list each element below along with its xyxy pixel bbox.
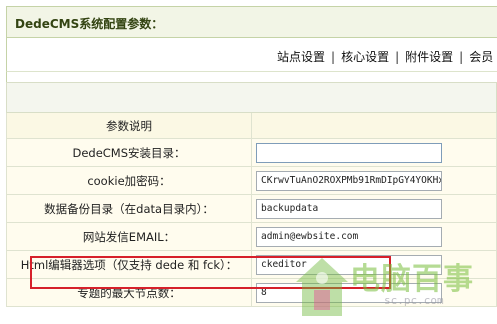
table-row: DedeCMS安装目录：: [6, 138, 497, 167]
row-label-max-nodes: 专题的最大节点数：: [6, 278, 252, 307]
table-toolbar-row: [6, 82, 497, 113]
table-row: Html编辑器选项（仅支持 dede 和 fck）： ckeditor: [6, 250, 497, 279]
table-row: 网站发信EMAIL： admin@ewbsite.com: [6, 222, 497, 251]
row-label-install-dir: DedeCMS安装目录：: [6, 138, 252, 167]
backup-dir-input[interactable]: backupdata: [256, 198, 442, 219]
row-label-backup-dir: 数据备份目录（在data目录内）：: [6, 194, 252, 223]
config-table: 参数说明 DedeCMS安装目录： cookie加密码： CKrwvTuAnO2…: [6, 82, 497, 307]
email-input[interactable]: admin@ewbsite.com: [256, 226, 442, 247]
settings-nav: 站点设置 | 核心设置 | 附件设置 | 会员: [6, 38, 497, 72]
page-title: DedeCMS系统配置参数：: [15, 17, 164, 31]
tab-member-settings[interactable]: 会员: [469, 50, 493, 64]
nav-separator: |: [331, 50, 336, 64]
toolbar-cell: [6, 82, 497, 113]
row-label-email: 网站发信EMAIL：: [6, 222, 252, 251]
html-editor-input[interactable]: ckeditor: [256, 254, 442, 275]
column-header-value: [251, 112, 497, 139]
settings-tabs: 站点设置 | 核心设置 | 附件设置 | 会员: [277, 48, 493, 65]
max-nodes-input[interactable]: 8: [256, 282, 442, 303]
table-row: 数据备份目录（在data目录内）： backupdata: [6, 194, 497, 223]
table-row: 专题的最大节点数： 8: [6, 278, 497, 307]
tab-site-settings[interactable]: 站点设置: [277, 50, 325, 64]
column-header-description: 参数说明: [6, 112, 252, 139]
tab-core-settings[interactable]: 核心设置: [341, 50, 389, 64]
nav-separator: |: [395, 50, 400, 64]
row-label-cookie-key: cookie加密码：: [6, 166, 252, 195]
page-header: DedeCMS系统配置参数：: [6, 6, 497, 38]
row-label-html-editor: Html编辑器选项（仅支持 dede 和 fck）：: [6, 250, 252, 279]
install-dir-input[interactable]: [256, 142, 442, 163]
nav-separator: |: [459, 50, 464, 64]
table-row: cookie加密码： CKrwvTuAnO2ROXPMb91RmDIpGY4YO…: [6, 166, 497, 195]
tab-attachment-settings[interactable]: 附件设置: [405, 50, 453, 64]
table-header-row: 参数说明: [6, 112, 497, 139]
cookie-key-input[interactable]: CKrwvTuAnO2ROXPMb91RmDIpGY4YOKHxa: [256, 170, 442, 191]
spacer: [6, 72, 497, 82]
